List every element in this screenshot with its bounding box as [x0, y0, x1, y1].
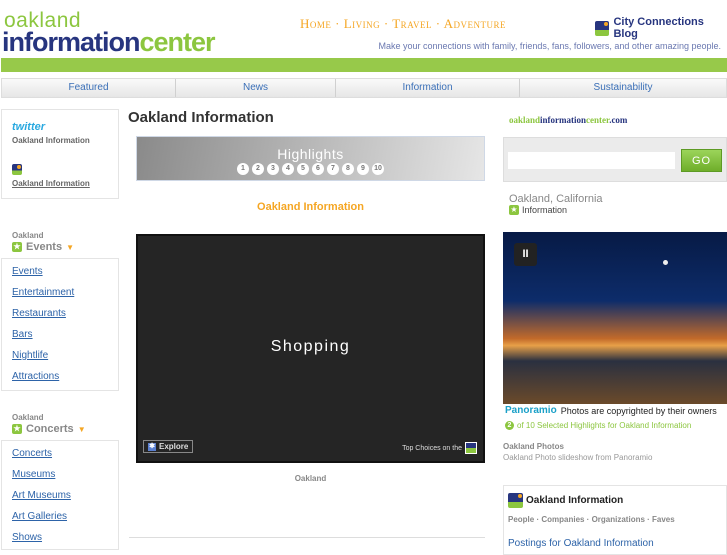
tab-sustainability[interactable]: Sustainability	[520, 79, 726, 97]
highlight-counter: 2 of 10 Selected Highlights for Oakland I…	[505, 421, 691, 430]
video-player[interactable]: Shopping ✱ Explore Top Choices on the	[136, 234, 485, 463]
events-small: Oakland	[12, 231, 44, 240]
tab-information[interactable]: Information	[336, 79, 520, 97]
star-icon: ★	[509, 205, 519, 215]
star-icon: ★	[12, 242, 22, 252]
logo-main[interactable]: informationcenter	[2, 27, 216, 58]
video-caption: Oakland	[294, 474, 327, 483]
info-box-title: Oakland Information	[508, 493, 623, 508]
link-art-museums[interactable]: Art Museums	[12, 490, 71, 501]
link-restaurants[interactable]: Restaurants	[12, 308, 66, 319]
link-entertainment[interactable]: Entertainment	[12, 287, 74, 298]
highlight-dot[interactable]: 2	[252, 163, 264, 175]
link-events[interactable]: Events	[12, 266, 43, 277]
highlight-dot[interactable]: 3	[267, 163, 279, 175]
moon	[663, 260, 668, 265]
link-bars[interactable]: Bars	[12, 329, 33, 340]
tab-featured[interactable]: Featured	[2, 79, 176, 97]
city-link[interactable]: Oakland Information	[12, 179, 90, 188]
site-logo-a: oakland	[509, 115, 541, 125]
photos-subtitle: Oakland Photo slideshow from Panoramio	[503, 453, 653, 462]
dropdown-icon: ▼	[77, 424, 86, 434]
link-art-galleries[interactable]: Art Galleries	[12, 511, 67, 522]
site-logo-c: center	[586, 115, 610, 125]
highlight-dot[interactable]: 5	[297, 163, 309, 175]
panoramio-logo[interactable]: Panoramio	[505, 405, 557, 416]
explore-label: Explore	[159, 442, 189, 451]
highlight-dot[interactable]: 1	[237, 163, 249, 175]
highlight-text: of 10 Selected Highlights for Oakland In…	[517, 421, 692, 430]
top-choices[interactable]: Top Choices on the	[402, 442, 477, 454]
top-choices-label: Top Choices on the	[402, 444, 462, 452]
explore-button[interactable]: ✱ Explore	[143, 440, 194, 453]
blog-link[interactable]: City Connections Blog	[595, 16, 727, 40]
photos-title: Oakland Photos	[503, 442, 564, 451]
events-title: Events	[26, 241, 63, 253]
concerts-small: Oakland	[12, 413, 44, 422]
concerts-header[interactable]: ★ Concerts ▼	[12, 423, 86, 435]
city-logo-icon	[465, 442, 477, 454]
highlight-dot[interactable]: 10	[372, 163, 384, 175]
search-box: GO	[503, 137, 727, 182]
go-button[interactable]: GO	[681, 149, 722, 172]
tab-bar: Featured News Information Sustainability	[1, 78, 727, 98]
link-museums[interactable]: Museums	[12, 469, 55, 480]
site-logo[interactable]: oaklandinformationcenter.com	[509, 115, 627, 125]
highlights-banner: Highlights 1 2 3 4 5 6 7 8 9 10	[136, 136, 485, 181]
twitter-name: Oakland Information	[12, 136, 90, 145]
green-bar	[1, 58, 727, 72]
star-icon: ★	[12, 424, 22, 434]
page-title: Oakland Information	[128, 109, 274, 126]
logo-accent: center	[139, 27, 216, 57]
info-box-links[interactable]: People · Companies · Organizations · Fav…	[508, 515, 675, 524]
tagline: Make your connections with family, frien…	[378, 41, 721, 51]
highlight-dot[interactable]: 9	[357, 163, 369, 175]
search-input[interactable]	[508, 152, 675, 169]
highlight-dot[interactable]: 4	[282, 163, 294, 175]
events-header[interactable]: ★ Events ▼	[12, 241, 74, 253]
copyright-text: Photos are copyrighted by their owners	[560, 405, 717, 416]
site-logo-b: information	[540, 115, 587, 125]
blog-link-label: City Connections Blog	[613, 16, 704, 40]
link-attractions[interactable]: Attractions	[12, 371, 59, 382]
highlight-dot[interactable]: 8	[342, 163, 354, 175]
link-concerts[interactable]: Concerts	[12, 448, 52, 459]
top-nav[interactable]: Home · Living · Travel · Adventure	[300, 16, 506, 32]
video-title: Shopping	[270, 338, 351, 355]
highlight-pager: 1 2 3 4 5 6 7 8 9 10	[137, 163, 484, 175]
section-subtitle: Oakland Information	[257, 201, 364, 213]
divider	[129, 537, 485, 538]
banner-title: Highlights	[277, 146, 344, 162]
twitter-logo[interactable]: twitter	[12, 121, 45, 133]
location: Oakland, California	[509, 193, 603, 205]
concerts-title: Concerts	[26, 423, 74, 435]
site-logo-d: .com	[609, 115, 628, 125]
info-label: Information	[522, 205, 568, 215]
highlight-number: 2	[505, 421, 514, 430]
highlight-dot[interactable]: 6	[312, 163, 324, 175]
postings-link[interactable]: Postings for Oakland Information	[508, 538, 654, 549]
link-shows[interactable]: Shows	[12, 532, 42, 543]
info-link[interactable]: ★ Information	[509, 205, 567, 215]
link-nightlife[interactable]: Nightlife	[12, 350, 48, 361]
city-flag-icon	[595, 20, 610, 36]
explore-icon: ✱	[148, 442, 156, 451]
tab-news[interactable]: News	[176, 79, 336, 97]
logo-main-text: information	[2, 27, 140, 57]
city-icon	[12, 164, 22, 175]
panoramio-credit: Panoramio Photos are copyrighted by their…	[505, 405, 717, 416]
highlight-dot[interactable]: 7	[327, 163, 339, 175]
city-flag-icon	[508, 493, 523, 508]
pause-icon[interactable]: II	[514, 243, 537, 266]
dropdown-icon: ▼	[66, 242, 74, 252]
photo-slideshow[interactable]: II	[503, 232, 727, 404]
info-box-title-text: Oakland Information	[526, 495, 624, 506]
